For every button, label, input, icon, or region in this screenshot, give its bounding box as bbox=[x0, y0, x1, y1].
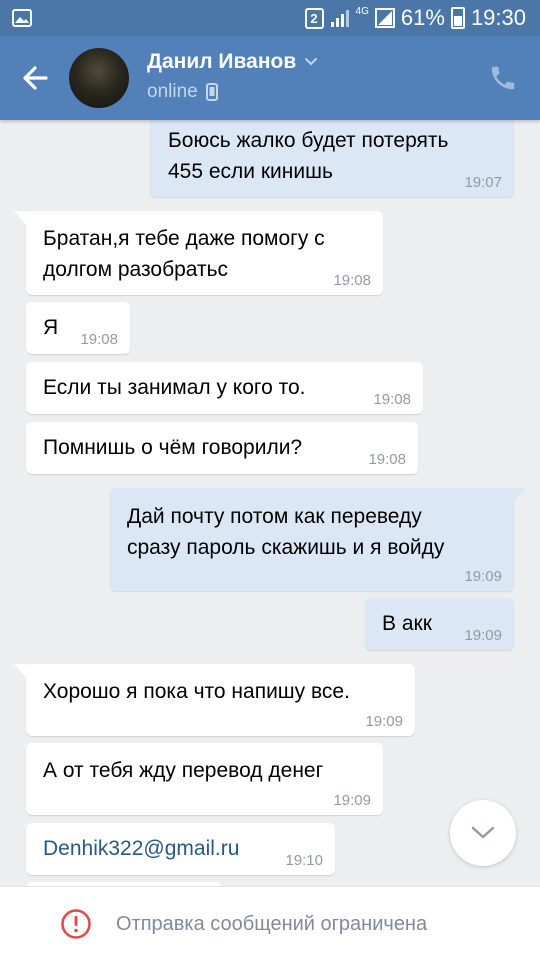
online-status: online bbox=[147, 81, 218, 103]
message-bubble-incoming[interactable]: Хорошо я пока что напишу все. 19:09 bbox=[14, 664, 415, 736]
chevron-down-icon bbox=[305, 58, 318, 66]
status-text: online bbox=[147, 81, 198, 102]
status-icons: 2 4G 61% 19:30 bbox=[304, 0, 526, 36]
message-bubble-incoming[interactable]: Я 19:08 bbox=[26, 302, 130, 354]
message-line: Если ты занимал у кого то. bbox=[43, 376, 306, 399]
back-arrow-icon[interactable] bbox=[18, 60, 54, 96]
message-line: 455 если кинишь bbox=[168, 160, 333, 183]
status-bar: 2 4G 61% 19:30 bbox=[0, 0, 540, 36]
bubble-tail bbox=[14, 664, 28, 680]
contact-name: Данил Иванов bbox=[147, 50, 297, 73]
message-line: долгом разобратьс bbox=[43, 258, 229, 281]
message-line: Братан,я тебе даже помогу с bbox=[43, 227, 325, 250]
clock: 19:30 bbox=[470, 5, 526, 30]
chevron-down-icon bbox=[471, 826, 495, 839]
chat-title[interactable]: Данил Иванов bbox=[147, 50, 318, 74]
input-restricted-bar: Отправка сообщений ограничена bbox=[0, 886, 540, 961]
message-line: Дай почту потом как переведу bbox=[127, 505, 422, 528]
message-time: 19:08 bbox=[373, 391, 411, 408]
mobile-icon bbox=[205, 83, 218, 101]
message-time: 19:07 bbox=[464, 174, 502, 191]
message-time: 19:08 bbox=[333, 272, 371, 289]
avatar[interactable] bbox=[69, 48, 129, 108]
bubble-tail bbox=[512, 488, 526, 504]
gallery-notification-icon bbox=[12, 9, 32, 27]
message-time: 19:09 bbox=[333, 792, 371, 809]
battery-icon bbox=[450, 7, 465, 29]
message-time: 19:09 bbox=[464, 568, 502, 585]
chat-header: Данил Иванов online bbox=[0, 36, 540, 120]
signal-icon bbox=[330, 10, 349, 27]
sim-badge: 2 bbox=[304, 7, 324, 29]
message-bubble-incoming[interactable]: Братан,я тебе даже помогу с долгом разоб… bbox=[14, 211, 383, 295]
error-circle-icon bbox=[61, 909, 91, 939]
message-line: сразу пароль скажишь и я войду bbox=[127, 536, 445, 559]
message-bubble-incoming[interactable]: Если ты занимал у кого то. 19:08 bbox=[26, 362, 423, 414]
restriction-notice: Отправка сообщений ограничена bbox=[116, 913, 428, 935]
phone-call-icon[interactable] bbox=[488, 63, 518, 93]
battery-percent: 61% bbox=[400, 5, 445, 30]
message-line: А от тебя жду перевод денег bbox=[43, 759, 324, 782]
message-bubble-outgoing[interactable]: В акк 19:09 bbox=[365, 598, 514, 650]
message-bubble-incoming[interactable]: А от тебя жду перевод денег 19:09 bbox=[26, 743, 383, 815]
message-bubble-outgoing[interactable]: Боюсь жалко будет потерять 455 если кини… bbox=[150, 120, 514, 197]
network-type: 4G bbox=[355, 5, 369, 17]
message-bubble-incoming[interactable]: Помнишь о чём говорили? 19:08 bbox=[26, 422, 418, 474]
message-line: Хорошо я пока что напишу все. bbox=[43, 680, 350, 703]
message-time: 19:10 bbox=[285, 852, 323, 869]
message-bubble-outgoing[interactable]: Дай почту потом как переведу сразу парол… bbox=[110, 488, 526, 591]
message-time: 19:09 bbox=[365, 713, 403, 730]
message-line: Боюсь жалко будет потерять bbox=[168, 129, 449, 152]
message-list[interactable]: Боюсь жалко будет потерять 455 если кини… bbox=[0, 120, 540, 886]
bubble-tail bbox=[14, 211, 28, 227]
message-bubble-incoming[interactable]: Denhik322@gmail.ru 19:10 bbox=[26, 823, 335, 875]
message-time: 19:08 bbox=[80, 331, 118, 348]
message-line: Помнишь о чём говорили? bbox=[43, 436, 303, 459]
signal-icon-2 bbox=[374, 8, 395, 28]
message-time: 19:09 bbox=[464, 627, 502, 644]
message-time: 19:08 bbox=[368, 451, 406, 468]
scroll-to-bottom-button[interactable] bbox=[450, 800, 516, 866]
